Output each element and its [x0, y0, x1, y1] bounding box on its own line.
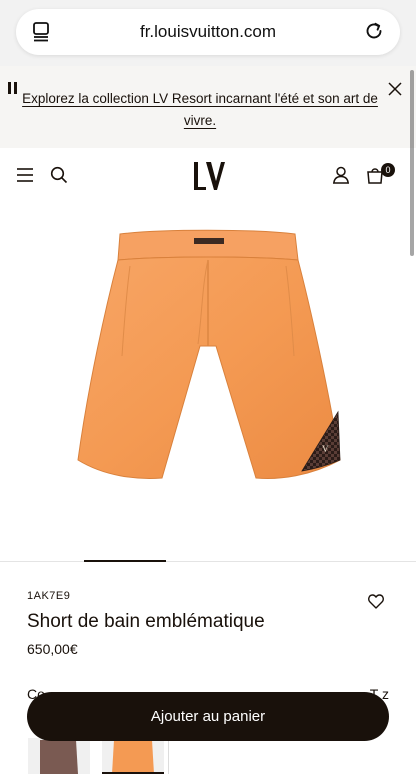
account-icon[interactable]: [332, 166, 350, 184]
search-icon[interactable]: [50, 166, 68, 184]
lv-logo[interactable]: [192, 160, 226, 192]
product-image[interactable]: V: [70, 226, 346, 484]
scrollbar[interactable]: [410, 70, 414, 256]
pause-icon[interactable]: [8, 82, 18, 94]
product-title: Short de bain emblématique: [27, 611, 265, 632]
svg-text:V: V: [322, 444, 329, 454]
url-text[interactable]: fr.louisvuitton.com: [16, 22, 400, 42]
add-to-cart-button[interactable]: Ajouter au panier: [27, 692, 389, 741]
swatch-orange-image: [102, 738, 164, 772]
swatch-brown-image: [28, 738, 90, 774]
swatch-divider: [168, 738, 169, 774]
promo-banner: Explorez la collection LV Resort incarna…: [0, 66, 416, 148]
site-header: 0: [0, 148, 416, 204]
carousel-track: [0, 561, 416, 562]
address-bar[interactable]: fr.louisvuitton.com: [16, 9, 400, 55]
heart-icon[interactable]: [368, 594, 384, 609]
close-icon[interactable]: [388, 82, 402, 96]
product-sku: 1AK7E9: [27, 590, 71, 602]
menu-icon[interactable]: [16, 167, 34, 183]
browser-toolbar: fr.louisvuitton.com: [0, 0, 416, 66]
color-swatch-orange[interactable]: [102, 738, 164, 774]
product-price: 650,00€: [27, 641, 78, 657]
color-swatch-brown[interactable]: [28, 738, 90, 774]
reload-icon[interactable]: [364, 21, 384, 41]
carousel-indicator[interactable]: [84, 560, 166, 562]
cart-count-badge: 0: [381, 163, 395, 177]
promo-link[interactable]: Explorez la collection LV Resort incarna…: [22, 88, 378, 132]
